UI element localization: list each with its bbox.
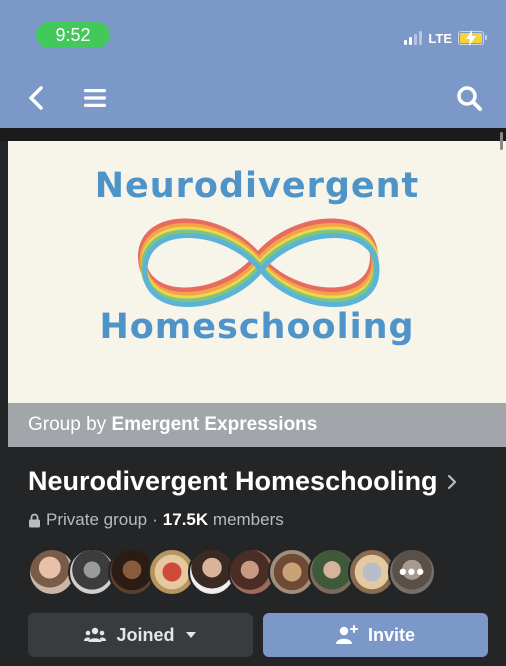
group-name: Neurodivergent Homeschooling (28, 466, 438, 496)
member-count: 17.5K (162, 510, 209, 529)
lock-icon (29, 513, 40, 527)
more-members-icon: ••• (398, 559, 426, 584)
status-time: 9:52 (36, 22, 110, 48)
nav-bar (0, 68, 506, 128)
group-by-prefix: Group by (28, 414, 107, 435)
search-icon[interactable] (454, 83, 484, 113)
chevron-right-icon (447, 474, 456, 489)
signal-strength-icon (404, 31, 423, 45)
group-members-link[interactable]: 17.5K members (163, 510, 284, 530)
avatar-more[interactable]: ••• (388, 548, 436, 596)
battery-charging-icon (458, 30, 487, 46)
header-divider (0, 128, 506, 141)
group-by-banner[interactable]: Group by Emergent Expressions (8, 403, 506, 447)
network-type: LTE (428, 30, 452, 46)
invite-button[interactable]: Invite (263, 613, 488, 657)
cover-title-bottom: Homeschooling (99, 307, 415, 347)
group-name-link[interactable]: Neurodivergent Homeschooling (28, 466, 458, 497)
chevron-left-icon[interactable] (22, 83, 52, 113)
caret-down-icon (185, 632, 196, 638)
group-info: Neurodivergent Homeschooling Private gro… (8, 447, 506, 666)
status-bar: 9:52 LTE (0, 0, 506, 68)
member-label: members (212, 510, 284, 529)
hamburger-menu-icon[interactable] (80, 83, 110, 113)
scrollbar[interactable] (500, 132, 503, 150)
member-avatars[interactable]: ••• (28, 548, 468, 596)
cover-title-top: Neurodivergent (94, 166, 420, 206)
group-members-icon (84, 627, 107, 642)
status-indicators: LTE (404, 29, 487, 47)
meta-separator: · (152, 510, 158, 529)
group-cover-photo[interactable]: Neurodivergent Homeschooling (8, 141, 506, 403)
group-meta: Private group · 17.5K members (28, 510, 284, 530)
add-person-icon (335, 625, 358, 644)
joined-label: Joined (116, 624, 175, 645)
rainbow-infinity-logo (137, 218, 380, 307)
group-privacy: Private group (46, 510, 148, 529)
group-owner-link[interactable]: Emergent Expressions (111, 414, 317, 435)
joined-button[interactable]: Joined (28, 613, 253, 657)
invite-label: Invite (367, 624, 415, 645)
